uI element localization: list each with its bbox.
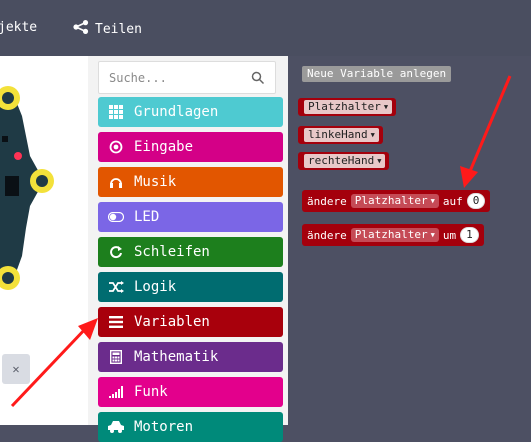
blocks-workspace[interactable]: Neue Variable anlegen Platzhalter ▼ link…: [288, 56, 531, 425]
category-motoren[interactable]: Motoren: [98, 412, 283, 442]
category-schleifen[interactable]: Schleifen: [98, 237, 283, 267]
category-label: LED: [134, 209, 160, 225]
block-middle: um: [442, 228, 457, 242]
category-musik[interactable]: Musik: [98, 167, 283, 197]
category-label: Logik: [134, 279, 177, 295]
category-led[interactable]: LED: [98, 202, 283, 232]
calculator-icon: [108, 349, 124, 365]
share-button[interactable]: Teilen: [73, 20, 142, 38]
block-prefix: ändere: [307, 228, 347, 242]
target-icon: [108, 139, 124, 155]
category-funk[interactable]: Funk: [98, 377, 283, 407]
category-label: Eingabe: [134, 139, 194, 155]
category-label: Mathematik: [134, 349, 219, 365]
dropdown-arrow-icon: ▼: [430, 231, 435, 239]
top-bar: jekte Teilen: [0, 0, 531, 56]
search-input[interactable]: [99, 62, 269, 93]
search-box: [98, 61, 276, 94]
category-eingabe[interactable]: Eingabe: [98, 132, 283, 162]
annotation-arrow-right: [460, 75, 512, 188]
share-label: Teilen: [95, 21, 142, 37]
number-input[interactable]: 1: [460, 227, 479, 243]
grid-icon: [108, 104, 124, 120]
microbit-board-image: [0, 86, 54, 290]
share-icon: [73, 20, 89, 38]
toggle-icon: [108, 209, 124, 225]
category-label: Motoren: [134, 419, 194, 435]
variable-name: Platzhalter: [354, 228, 428, 241]
category-label: Schleifen: [134, 244, 210, 260]
annotation-arrow-left-head: [78, 318, 98, 340]
signal-icon: [108, 384, 124, 400]
loop-icon: [108, 244, 124, 260]
list-icon: [108, 314, 124, 330]
category-logik[interactable]: Logik: [98, 272, 283, 302]
category-mathematik[interactable]: Mathematik: [98, 342, 283, 372]
category-label: Variablen: [134, 314, 210, 330]
category-label: Funk: [134, 384, 168, 400]
category-grundlagen[interactable]: Grundlagen: [98, 97, 283, 127]
projects-button[interactable]: jekte: [0, 20, 37, 35]
shuffle-icon: [108, 279, 124, 295]
category-label: Musik: [134, 174, 177, 190]
headphones-icon: [108, 174, 124, 190]
projects-label: jekte: [0, 20, 38, 35]
category-variablen[interactable]: Variablen: [98, 307, 283, 337]
toolbox: Grundlagen Eingabe Musik LED: [88, 56, 288, 442]
change-variable-block[interactable]: ändere Platzhalter ▼ um 1: [302, 224, 484, 246]
search-icon[interactable]: [251, 70, 265, 89]
category-label: Grundlagen: [134, 104, 219, 120]
car-icon: [108, 419, 124, 435]
variable-dropdown[interactable]: Platzhalter ▼: [350, 228, 439, 242]
simulator-panel: ✕: [0, 56, 88, 425]
